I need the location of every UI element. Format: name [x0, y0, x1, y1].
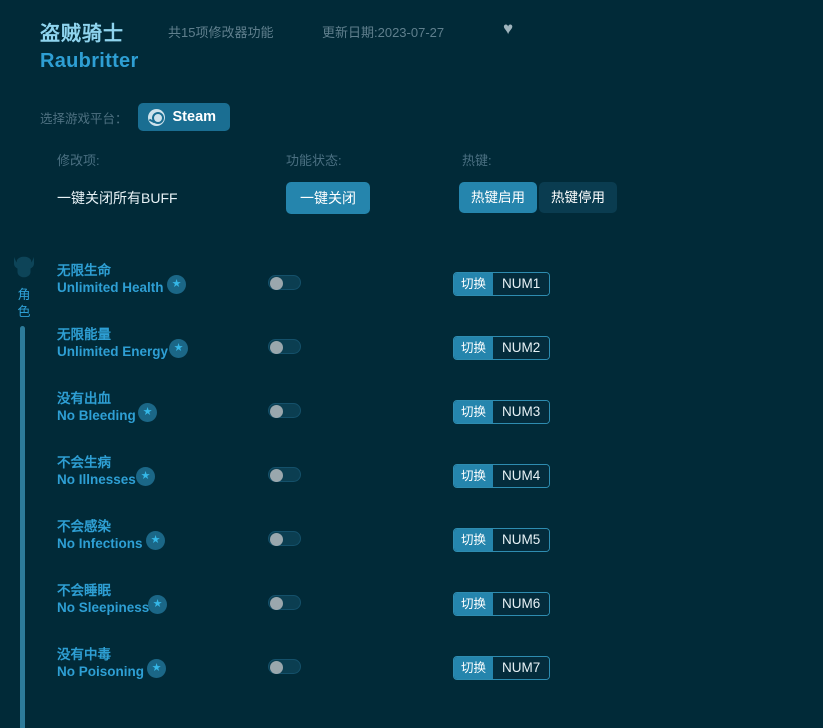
hotkey-action-label: 切换 — [454, 529, 494, 551]
cheat-row: 没有中毒 No Poisoning ★ 切换 NUM7 — [0, 646, 823, 710]
cheat-label-en: No Sleepiness — [57, 600, 150, 615]
cheat-toggle[interactable] — [268, 403, 301, 418]
steam-icon — [147, 108, 165, 126]
star-icon: ★ — [147, 659, 166, 678]
hotkey-disable-button[interactable]: 热键停用 — [539, 182, 617, 213]
cheat-hotkey[interactable]: 切换 NUM7 — [453, 656, 551, 680]
trainer-window: 盗贼骑士 Raubritter 共15项修改器功能 更新日期:2023-07-2… — [0, 0, 823, 728]
cheat-label-en: No Bleeding — [57, 408, 136, 423]
cheat-label-cn: 没有出血 — [57, 391, 111, 406]
hotkey-key-label: NUM2 — [493, 337, 550, 359]
toggle-knob — [270, 469, 283, 482]
cheat-label-en: Unlimited Energy — [57, 344, 169, 359]
cheat-labels: 没有中毒 No Poisoning — [57, 646, 144, 681]
toggle-knob — [270, 277, 283, 290]
cheat-hotkey[interactable]: 切换 NUM6 — [453, 592, 551, 616]
cheat-labels: 不会生病 No Illnesses — [57, 454, 136, 489]
cheat-row: 无限生命 Unlimited Health ★ 切换 NUM1 — [0, 262, 823, 326]
close-all-buffs-label: 一键关闭所有BUFF — [57, 190, 178, 206]
header: 盗贼骑士 Raubritter 共15项修改器功能 更新日期:2023-07-2… — [0, 0, 823, 92]
hotkey-key-label: NUM4 — [493, 465, 550, 487]
global-control-row: 一键关闭所有BUFF 一键关闭 热键启用 热键停用 — [0, 182, 823, 214]
update-date: 更新日期:2023-07-27 — [322, 25, 445, 40]
hotkey-key-label: NUM1 — [493, 273, 550, 295]
hotkey-key-label: NUM5 — [493, 529, 550, 551]
cheat-row: 不会感染 No Infections ★ 切换 NUM5 — [0, 518, 823, 582]
cheat-toggle[interactable] — [268, 467, 301, 482]
cheat-label-cn: 无限生命 — [57, 263, 111, 278]
cheat-toggle[interactable] — [268, 595, 301, 610]
star-icon: ★ — [148, 595, 167, 614]
cheat-toggle[interactable] — [268, 275, 301, 290]
hotkey-key-label: NUM7 — [493, 657, 550, 679]
column-header-status: 功能状态: — [286, 153, 342, 168]
game-title-en: Raubritter — [40, 50, 139, 72]
cheat-toggle[interactable] — [268, 531, 301, 546]
hotkey-action-label: 切换 — [454, 593, 494, 615]
cheat-label-en: No Poisoning — [57, 664, 144, 679]
hotkey-key-label: NUM6 — [493, 593, 550, 615]
cheat-hotkey[interactable]: 切换 NUM1 — [453, 272, 551, 296]
cheat-row: 无限能量 Unlimited Energy ★ 切换 NUM2 — [0, 326, 823, 390]
hotkey-action-label: 切换 — [454, 657, 494, 679]
cheat-labels: 无限能量 Unlimited Energy — [57, 326, 168, 361]
column-header-option: 修改项: — [57, 153, 100, 168]
cheat-label-cn: 不会睡眠 — [57, 583, 111, 598]
star-icon: ★ — [136, 467, 155, 486]
game-title-cn: 盗贼骑士 — [40, 23, 124, 45]
cheat-hotkey[interactable]: 切换 NUM3 — [453, 400, 551, 424]
feature-count: 共15项修改器功能 — [168, 25, 274, 40]
toggle-knob — [270, 661, 283, 674]
cheat-label-cn: 不会感染 — [57, 519, 111, 534]
star-icon: ★ — [169, 339, 188, 358]
toggle-knob — [270, 597, 283, 610]
star-icon: ★ — [138, 403, 157, 422]
cheat-hotkey[interactable]: 切换 NUM2 — [453, 336, 551, 360]
cheat-row: 不会睡眠 No Sleepiness ★ 切换 NUM6 — [0, 582, 823, 646]
cheat-labels: 不会睡眠 No Sleepiness — [57, 582, 149, 617]
cheat-row: 没有出血 No Bleeding ★ 切换 NUM3 — [0, 390, 823, 454]
cheat-label-cn: 不会生病 — [57, 455, 111, 470]
hotkey-action-label: 切换 — [454, 401, 494, 423]
cheat-hotkey[interactable]: 切换 NUM5 — [453, 528, 551, 552]
heart-icon[interactable]: ♥ — [503, 20, 513, 37]
cheat-label-cn: 无限能量 — [57, 327, 111, 342]
star-icon: ★ — [146, 531, 165, 550]
toggle-knob — [270, 341, 283, 354]
cheat-label-en: No Illnesses — [57, 472, 136, 487]
platform-steam-button[interactable]: Steam — [137, 103, 231, 131]
cheat-hotkey[interactable]: 切换 NUM4 — [453, 464, 551, 488]
platform-selector: 选择游戏平台： Steam — [40, 103, 231, 131]
cheat-row: 不会生病 No Illnesses ★ 切换 NUM4 — [0, 454, 823, 518]
hotkey-key-label: NUM3 — [493, 401, 550, 423]
hotkey-action-label: 切换 — [454, 273, 494, 295]
cheat-labels: 无限生命 Unlimited Health — [57, 262, 164, 297]
cheat-label-cn: 没有中毒 — [57, 647, 111, 662]
cheat-label-en: No Infections — [57, 536, 143, 551]
cheat-list: 无限生命 Unlimited Health ★ 切换 NUM1 无限能量 Unlimited… — [0, 262, 823, 710]
cheat-label-en: Unlimited Health — [57, 280, 164, 295]
cheat-toggle[interactable] — [268, 659, 301, 674]
cheat-labels: 不会感染 No Infections — [57, 518, 143, 553]
toggle-knob — [270, 405, 283, 418]
platform-name: Steam — [172, 109, 217, 125]
cheat-labels: 没有出血 No Bleeding — [57, 390, 136, 425]
platform-label: 选择游戏平台： — [40, 111, 128, 126]
column-header-hotkey: 热键: — [462, 153, 492, 168]
star-icon: ★ — [167, 275, 186, 294]
hotkey-action-label: 切换 — [454, 337, 494, 359]
cheat-toggle[interactable] — [268, 339, 301, 354]
toggle-knob — [270, 533, 283, 546]
hotkey-action-label: 切换 — [454, 465, 494, 487]
hotkey-enable-button[interactable]: 热键启用 — [459, 182, 537, 213]
close-all-button[interactable]: 一键关闭 — [286, 182, 370, 214]
